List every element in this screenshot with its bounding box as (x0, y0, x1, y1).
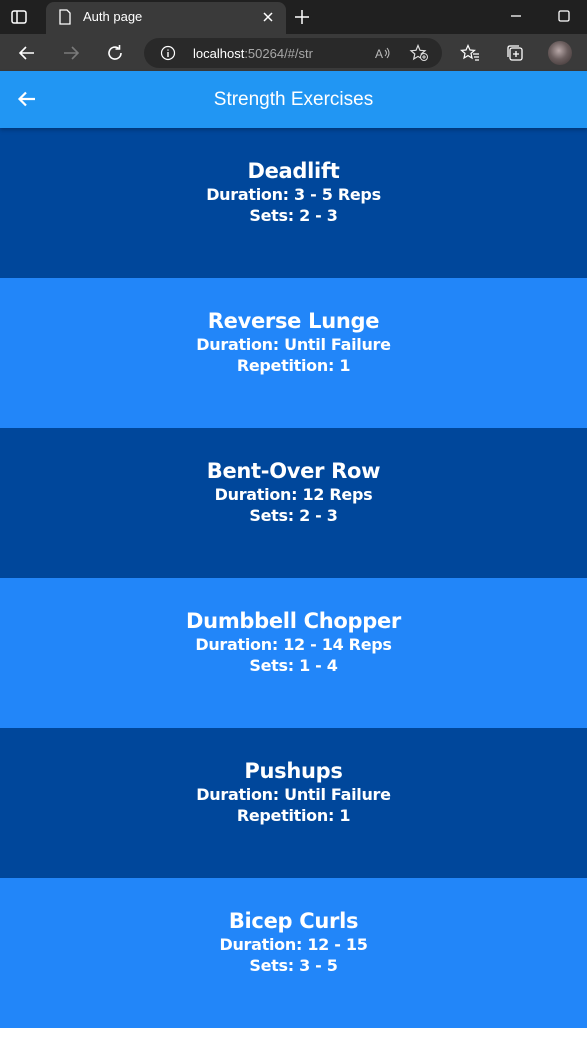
exercise-name: Pushups (244, 759, 343, 783)
back-icon[interactable] (17, 43, 37, 63)
exercise-duration: Duration: Until Failure (196, 335, 391, 354)
exercise-card-deadlift[interactable]: Deadlift Duration: 3 - 5 Reps Sets: 2 - … (0, 128, 587, 278)
url-field[interactable]: localhost:50264/#/str A (144, 38, 442, 68)
exercise-sets: Sets: 2 - 3 (249, 506, 338, 525)
forward-icon[interactable] (61, 43, 81, 63)
exercise-name: Bent-Over Row (206, 459, 381, 483)
exercise-duration: Duration: 12 Reps (214, 485, 373, 504)
exercise-card-pushups[interactable]: Pushups Duration: Until Failure Repetiti… (0, 728, 587, 878)
maximize-icon[interactable] (555, 7, 573, 25)
url-text: localhost:50264/#/str (193, 46, 313, 61)
exercise-sets: Sets: 3 - 5 (249, 956, 338, 975)
exercise-name: Bicep Curls (228, 909, 359, 933)
refresh-icon[interactable] (105, 43, 125, 63)
address-bar: localhost:50264/#/str A (0, 34, 587, 71)
favorites-icon[interactable] (460, 43, 480, 63)
tab-title: Auth page (83, 9, 143, 24)
exercise-duration: Duration: 3 - 5 Reps (206, 185, 381, 204)
exercise-name: Dumbbell Chopper (186, 609, 401, 633)
collections-icon[interactable] (505, 43, 525, 63)
exercise-name: Deadlift (247, 159, 340, 183)
exercise-name: Reverse Lunge (207, 309, 380, 333)
exercise-duration: Duration: 12 - 15 (219, 935, 368, 954)
browser-tab[interactable]: Auth page (46, 2, 286, 34)
exercise-sets: Sets: 1 - 4 (249, 656, 338, 675)
new-tab-icon[interactable] (293, 8, 311, 26)
exercise-duration: Duration: 12 - 14 Reps (195, 635, 392, 654)
add-favorite-icon[interactable] (409, 44, 429, 62)
exercise-duration: Duration: Until Failure (196, 785, 391, 804)
close-tab-icon[interactable] (260, 9, 276, 25)
exercise-card-dumbbell-chopper[interactable]: Dumbbell Chopper Duration: 12 - 14 Reps … (0, 578, 587, 728)
exercise-list: Deadlift Duration: 3 - 5 Reps Sets: 2 - … (0, 128, 587, 1028)
exercise-card-bicep-curls[interactable]: Bicep Curls Duration: 12 - 15 Sets: 3 - … (0, 878, 587, 1028)
profile-avatar[interactable] (548, 41, 572, 65)
read-aloud-icon[interactable]: A (374, 45, 392, 61)
exercise-card-reverse-lunge[interactable]: Reverse Lunge Duration: Until Failure Re… (0, 278, 587, 428)
exercise-repetition: Repetition: 1 (236, 806, 351, 825)
page-title: Strength Exercises (213, 89, 374, 110)
app-bar: Strength Exercises (0, 71, 587, 128)
minimize-icon[interactable] (507, 7, 525, 25)
browser-tab-strip: Auth page (0, 0, 587, 34)
exercise-repetition: Repetition: 1 (236, 356, 351, 375)
page-icon (59, 9, 71, 25)
exercise-sets: Sets: 2 - 3 (249, 206, 338, 225)
site-info-icon[interactable] (160, 45, 176, 61)
exercise-card-bent-over-row[interactable]: Bent-Over Row Duration: 12 Reps Sets: 2 … (0, 428, 587, 578)
svg-text:A: A (375, 47, 383, 61)
tab-actions-icon[interactable] (10, 8, 28, 26)
